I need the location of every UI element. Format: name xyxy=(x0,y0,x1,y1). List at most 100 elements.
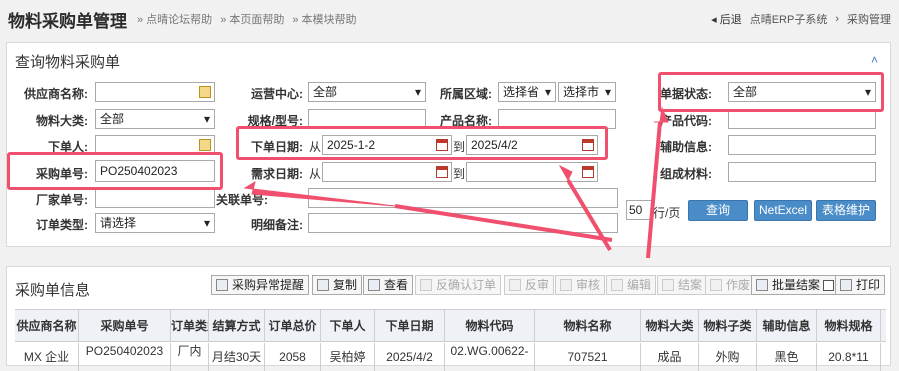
copy-icon xyxy=(317,279,329,291)
supplier-field[interactable] xyxy=(95,82,215,102)
edit-label: 编辑 xyxy=(627,278,652,292)
audit-button[interactable]: 审核 xyxy=(555,275,606,295)
print-icon xyxy=(840,279,852,291)
back-link[interactable]: ◂ 后退 xyxy=(711,11,742,27)
table-cell[interactable]: 黑色 xyxy=(757,343,817,371)
column-header[interactable]: 采购单号 xyxy=(79,310,171,342)
table-maintain-button[interactable]: 表格维护 xyxy=(816,200,876,221)
table-cell[interactable]: 月结30天 xyxy=(209,343,265,371)
table-cell[interactable]: 外购 xyxy=(699,343,757,371)
column-header[interactable]: 辅助信息 xyxy=(757,310,817,342)
orders-panel: 采购单信息 采购异常提醒 复制 查看 反确认订单 反审 审核 编辑 结案 作废 … xyxy=(6,266,891,371)
breadcrumb-system[interactable]: 点晴ERP子系统 xyxy=(750,11,828,27)
query-panel-title: 查询物料采购单 xyxy=(15,54,121,71)
column-header[interactable]: 下单日期 xyxy=(375,310,445,342)
table-cell[interactable]: 02.WG.00622- xyxy=(445,343,535,371)
need-date-to-input[interactable] xyxy=(466,162,598,182)
ops-center-select[interactable]: 全部 xyxy=(308,82,426,102)
void-button[interactable]: 作废 xyxy=(705,275,756,295)
order-type-select[interactable]: 请选择 xyxy=(95,213,215,233)
batch-close-icon xyxy=(756,279,768,291)
unaudit-label: 反审 xyxy=(525,278,550,292)
unaudit-icon xyxy=(509,279,521,291)
table-cell[interactable]: 707521 xyxy=(535,343,641,371)
province-select[interactable]: 选择省 xyxy=(498,82,556,102)
help-module-link[interactable]: » 本模块帮助 xyxy=(292,11,356,27)
ops-center-label: 运营中心: xyxy=(251,87,303,101)
material-class-label: 物料大类: xyxy=(36,114,88,128)
table-cell[interactable]: 吴柏婷 xyxy=(321,343,375,371)
audit-icon xyxy=(560,279,572,291)
net-excel-button[interactable]: NetExcel xyxy=(754,200,812,221)
unconfirm-button[interactable]: 反确认订单 xyxy=(415,275,502,295)
column-header[interactable]: 物料名称 xyxy=(535,310,641,342)
copy-label: 复制 xyxy=(333,278,358,292)
po-no-highlight xyxy=(7,152,223,190)
edit-button[interactable]: 编辑 xyxy=(606,275,657,295)
help-page-link[interactable]: » 本页面帮助 xyxy=(220,11,284,27)
page-size-input[interactable]: 50 xyxy=(626,200,652,220)
search-button[interactable]: 查询 xyxy=(688,200,748,221)
component-input[interactable] xyxy=(728,162,876,182)
breadcrumb-separator: › xyxy=(835,13,839,25)
order-type-label: 订单类型: xyxy=(36,218,88,232)
abnormal-reminder-label: 采购异常提醒 xyxy=(232,278,305,292)
supplier-picker-icon[interactable] xyxy=(199,86,211,98)
close-case-icon xyxy=(662,279,674,291)
batch-close-label: 批量结案 xyxy=(772,278,821,292)
table-cell[interactable]: 成品 xyxy=(641,343,699,371)
aux-info-input[interactable] xyxy=(728,135,876,155)
column-header[interactable]: 订单类型 xyxy=(171,310,209,342)
remark-label: 明细备注: xyxy=(251,218,303,232)
breadcrumb-current: 采购管理 xyxy=(847,14,891,26)
collapse-icon[interactable]: ˄ xyxy=(871,53,878,67)
help-forum-link[interactable]: » 点晴论坛帮助 xyxy=(137,11,212,27)
alert-icon xyxy=(216,279,228,291)
doc-status-highlight xyxy=(658,72,884,112)
batch-close-checkbox[interactable] xyxy=(823,280,835,291)
abnormal-reminder-button[interactable]: 采购异常提醒 xyxy=(211,275,310,295)
edit-icon xyxy=(611,279,623,291)
page-header: 物料采购单管理 » 点晴论坛帮助 » 本页面帮助 » 本模块帮助 ◂ 后退 点晴… xyxy=(0,0,899,38)
view-icon xyxy=(368,279,380,291)
table-cell[interactable]: MX 企业 xyxy=(15,343,79,371)
page-title: 物料采购单管理 xyxy=(8,11,127,31)
column-header[interactable]: 物料代码 xyxy=(445,310,535,342)
column-header[interactable]: 下单人 xyxy=(321,310,375,342)
column-header[interactable]: 物料子类 xyxy=(699,310,757,342)
batch-close-button[interactable]: 批量结案 xyxy=(751,275,840,295)
product-code-label: 产品代码: xyxy=(660,114,712,128)
calendar-icon[interactable] xyxy=(582,166,594,178)
column-header[interactable]: 结算方式 xyxy=(209,310,265,342)
column-header[interactable]: 订单总价 xyxy=(265,310,321,342)
city-select[interactable]: 选择市 xyxy=(558,82,616,102)
mfr-no-input[interactable] xyxy=(95,188,215,208)
close-case-button[interactable]: 结案 xyxy=(657,275,708,295)
table-cell[interactable]: 2025/4/2 xyxy=(375,343,445,371)
view-button[interactable]: 查看 xyxy=(363,275,414,295)
table-cell[interactable]: 20.8*11 xyxy=(817,343,881,371)
calendar-icon[interactable] xyxy=(436,166,448,178)
unaudit-button[interactable]: 反审 xyxy=(504,275,555,295)
close-case-label: 结案 xyxy=(678,278,703,292)
table-cell[interactable]: PO250402023 xyxy=(79,343,171,371)
table-cell[interactable]: 2058 xyxy=(265,343,321,371)
column-header[interactable]: 物料规格 xyxy=(817,310,881,342)
need-date-label: 需求日期: xyxy=(251,167,303,181)
orderer-picker-icon[interactable] xyxy=(199,139,211,151)
need-date-from-input[interactable] xyxy=(322,162,452,182)
copy-button[interactable]: 复制 xyxy=(312,275,363,295)
supplier-label: 供应商名称: xyxy=(24,87,88,101)
void-icon xyxy=(710,279,722,291)
column-header[interactable]: 物料大类 xyxy=(641,310,699,342)
help-links: » 点晴论坛帮助 » 本页面帮助 » 本模块帮助 xyxy=(137,11,357,27)
related-order-input[interactable] xyxy=(308,188,618,208)
table-cell[interactable]: 厂内 xyxy=(171,343,209,371)
unconfirm-icon xyxy=(420,279,432,291)
view-label: 查看 xyxy=(384,278,409,292)
material-class-select[interactable]: 全部 xyxy=(95,109,215,129)
column-header[interactable]: 供应商名称 xyxy=(15,310,79,342)
product-code-input[interactable] xyxy=(728,109,876,129)
remark-input[interactable] xyxy=(308,213,618,233)
print-button[interactable]: 打印 xyxy=(835,275,886,295)
